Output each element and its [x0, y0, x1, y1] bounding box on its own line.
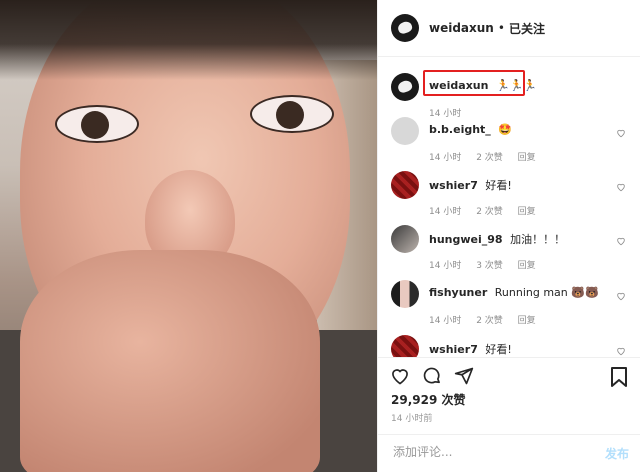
comment-username[interactable]: b.b.eight_: [429, 123, 491, 136]
comment-username[interactable]: wshier7: [429, 179, 478, 192]
comment-time: 14 小时: [429, 153, 462, 163]
author-avatar[interactable]: [391, 14, 419, 42]
comment-likes[interactable]: 3 次赞: [476, 261, 503, 271]
comment-time: 14 小时: [429, 261, 462, 271]
likes-count[interactable]: 29,929 次赞: [391, 391, 466, 408]
heart-icon[interactable]: [616, 128, 626, 138]
comment-username[interactable]: hungwei_98: [429, 233, 503, 246]
comment-input[interactable]: [391, 444, 575, 460]
photo-right-eye: [250, 95, 334, 133]
comment-meta: 14 小时 2 次赞 回复: [429, 150, 548, 163]
caption-meta: 14 小时: [429, 106, 473, 119]
bookmark-icon[interactable]: [609, 366, 629, 388]
comment-meta: 14 小时 3 次赞 回复: [429, 258, 548, 271]
post-actions: 29,929 次赞 14 小时前 发布: [378, 357, 640, 473]
comment-time: 14 小时: [429, 207, 462, 217]
comment-meta: 14 小时 2 次赞 回复: [429, 313, 548, 326]
comment-composer: 发布: [378, 434, 640, 473]
caption-time: 14 小时: [429, 109, 462, 119]
comment-likes[interactable]: 2 次赞: [476, 207, 503, 217]
commenter-avatar[interactable]: [391, 171, 419, 199]
heart-icon[interactable]: [616, 291, 626, 301]
action-icons: [390, 366, 474, 386]
commenter-avatar[interactable]: [391, 280, 419, 308]
caption-avatar[interactable]: [391, 73, 419, 101]
commenter-avatar[interactable]: [391, 335, 419, 357]
heart-icon[interactable]: [616, 236, 626, 246]
post-comment-button[interactable]: 发布: [605, 445, 629, 462]
comment-reply-button[interactable]: 回复: [518, 316, 536, 326]
comment-username[interactable]: fishyuner: [429, 286, 487, 299]
photo-left-eye: [55, 105, 139, 143]
photo-hand: [20, 250, 320, 472]
comment-reply-button[interactable]: 回复: [518, 207, 536, 217]
post-photo: [0, 0, 377, 472]
comment-text: Running man 🐻🐻: [494, 286, 599, 299]
comment-text: 好看!: [485, 179, 512, 192]
comment-reply-button[interactable]: 回复: [518, 153, 536, 163]
heart-icon[interactable]: [390, 366, 410, 386]
comment-icon[interactable]: [422, 366, 442, 386]
author-username[interactable]: weidaxun: [429, 21, 494, 35]
post-header: weidaxun • 已关注: [378, 0, 640, 57]
follow-status-button[interactable]: 已关注: [509, 20, 545, 37]
header-separator: •: [497, 21, 505, 35]
comments-list[interactable]: weidaxun 🏃🏃🏃 14 小时 b.b.eight_ 🤩 14 小时 2 …: [378, 57, 640, 357]
comment-text: 🤩: [498, 123, 513, 136]
share-icon[interactable]: [454, 366, 474, 386]
photo-hair: [0, 0, 377, 80]
comment-username[interactable]: wshier7: [429, 343, 478, 356]
comment-text: 加油！！！: [510, 233, 566, 246]
commenter-avatar[interactable]: [391, 225, 419, 253]
heart-icon[interactable]: [616, 346, 626, 356]
comment-text: 好看!: [485, 343, 512, 356]
comment-reply-button[interactable]: 回复: [518, 261, 536, 271]
commenter-avatar[interactable]: [391, 117, 419, 145]
comment-likes[interactable]: 2 次赞: [476, 316, 503, 326]
caption-highlight-box: [423, 70, 525, 96]
comment-likes[interactable]: 2 次赞: [476, 153, 503, 163]
heart-icon[interactable]: [616, 182, 626, 192]
comment-meta: 14 小时 2 次赞 回复: [429, 204, 548, 217]
post-time: 14 小时前: [391, 414, 433, 424]
comment-time: 14 小时: [429, 316, 462, 326]
